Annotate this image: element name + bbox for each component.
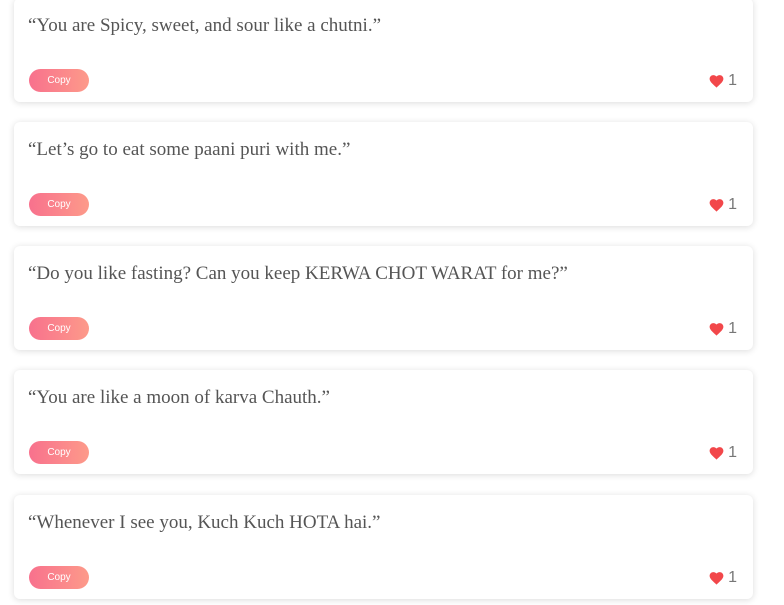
like-count: 1 <box>728 72 737 89</box>
like-button[interactable]: 1 <box>709 570 737 586</box>
quote-text: “Let’s go to eat some paani puri with me… <box>28 139 351 160</box>
copy-button[interactable]: Copy <box>29 69 89 92</box>
quote-card: “Let’s go to eat some paani puri with me… <box>14 122 753 226</box>
copy-button[interactable]: Copy <box>29 193 89 216</box>
heart-icon <box>709 447 724 460</box>
quote-card: “You are like a moon of karva Chauth.” C… <box>14 370 753 474</box>
quote-text: “You are like a moon of karva Chauth.” <box>28 387 330 408</box>
quote-card: “Whenever I see you, Kuch Kuch HOTA hai.… <box>14 495 753 599</box>
like-count: 1 <box>728 569 737 586</box>
quote-text: “Whenever I see you, Kuch Kuch HOTA hai.… <box>28 512 381 533</box>
like-button[interactable]: 1 <box>709 73 737 89</box>
like-count: 1 <box>728 320 737 337</box>
heart-icon <box>709 323 724 336</box>
copy-button[interactable]: Copy <box>29 566 89 589</box>
heart-icon <box>709 75 724 88</box>
like-button[interactable]: 1 <box>709 321 737 337</box>
like-button[interactable]: 1 <box>709 197 737 213</box>
heart-icon <box>709 199 724 212</box>
quote-card: “Do you like fasting? Can you keep KERWA… <box>14 246 753 350</box>
copy-button[interactable]: Copy <box>29 317 89 340</box>
quote-text: “Do you like fasting? Can you keep KERWA… <box>28 263 568 284</box>
quote-card: “You are Spicy, sweet, and sour like a c… <box>14 0 753 102</box>
heart-icon <box>709 572 724 585</box>
like-count: 1 <box>728 444 737 461</box>
like-button[interactable]: 1 <box>709 445 737 461</box>
quote-text: “You are Spicy, sweet, and sour like a c… <box>28 15 382 36</box>
like-count: 1 <box>728 196 737 213</box>
copy-button[interactable]: Copy <box>29 441 89 464</box>
